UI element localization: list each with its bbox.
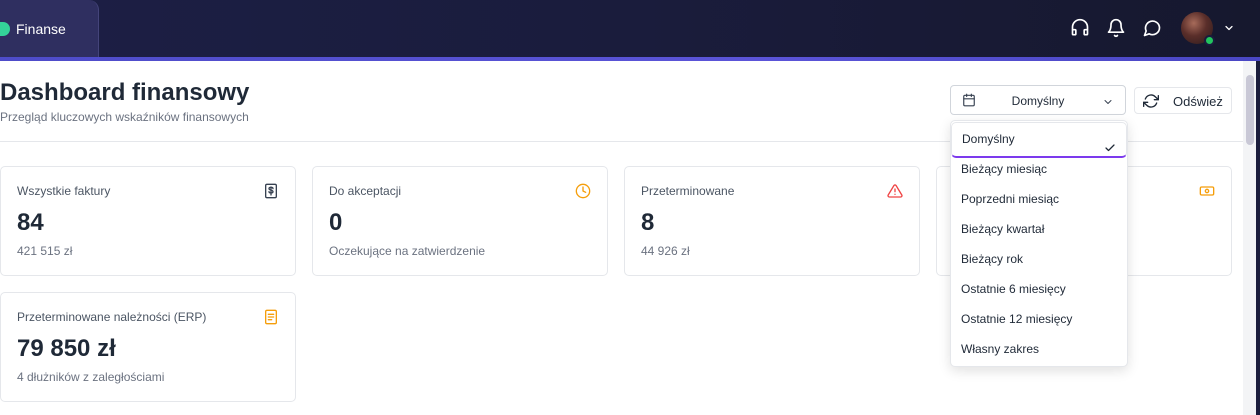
card-title: Wszystkie faktury (17, 184, 111, 198)
option-label: Bieżący miesiąc (961, 162, 1048, 176)
card-subtitle: 4 dłużników z zaległościami (17, 370, 165, 384)
period-dropdown-menu: Domyślny Bieżący miesiąc Poprzedni miesi… (950, 120, 1128, 367)
avatar[interactable] (1181, 12, 1215, 46)
app-tab-finanse[interactable]: Finanse (0, 0, 99, 57)
option-label: Domyślny (962, 132, 1015, 146)
card-value: 84 (17, 209, 44, 236)
page-title: Dashboard finansowy (0, 79, 250, 106)
page-subtitle: Przegląd kluczowych wskaźników finansowy… (0, 110, 249, 124)
headset-icon[interactable] (1069, 17, 1091, 39)
app-name: Finanse (16, 20, 66, 37)
period-option-current-quarter[interactable]: Bieżący kwartał (951, 214, 1127, 244)
period-option-last-6-months[interactable]: Ostatnie 6 miesięcy (951, 274, 1127, 304)
warning-icon (887, 183, 903, 199)
option-label: Bieżący kwartał (961, 222, 1045, 236)
chat-icon[interactable] (1141, 17, 1163, 39)
period-option-custom-range[interactable]: Własny zakres (951, 334, 1127, 364)
card-overdue[interactable]: Przeterminowane 8 44 926 zł (624, 166, 920, 276)
document-icon (263, 309, 279, 325)
top-bar: Finanse (0, 0, 1260, 57)
period-option-current-month[interactable]: Bieżący miesiąc (951, 154, 1127, 184)
period-option-default[interactable]: Domyślny (951, 122, 1127, 158)
option-label: Ostatnie 12 miesięcy (961, 312, 1073, 326)
card-subtitle: 421 515 zł (17, 244, 73, 258)
option-label: Ostatnie 6 miesięcy (961, 282, 1066, 296)
scrollbar-thumb[interactable] (1246, 75, 1254, 145)
dollar-document-icon (263, 183, 279, 199)
app-logo-icon (0, 21, 10, 36)
banknote-icon (1199, 183, 1215, 199)
card-value: 0 (329, 209, 343, 236)
card-title: Przeterminowane (641, 184, 735, 198)
period-select-value: Domyślny (1011, 94, 1065, 108)
card-overdue-receivables-erp[interactable]: Przeterminowane należności (ERP) 79 850 … (0, 292, 296, 402)
period-option-previous-month[interactable]: Poprzedni miesiąc (951, 184, 1127, 214)
option-label: Poprzedni miesiąc (961, 192, 1060, 206)
option-label: Własny zakres (961, 342, 1040, 356)
option-label: Bieżący rok (961, 252, 1024, 266)
scrollbar[interactable] (1243, 61, 1256, 415)
chevron-down-icon (1102, 95, 1114, 113)
refresh-icon (1143, 93, 1159, 114)
period-option-last-12-months[interactable]: Ostatnie 12 miesięcy (951, 304, 1127, 334)
card-subtitle: Oczekujące na zatwierdzenie (329, 244, 486, 258)
clock-icon (575, 183, 591, 199)
card-all-invoices[interactable]: Wszystkie faktury 84 421 515 zł (0, 166, 296, 276)
chevron-down-icon[interactable] (1218, 17, 1240, 39)
online-status-icon (1204, 35, 1215, 46)
card-title: Przeterminowane należności (ERP) (17, 310, 207, 324)
card-title: Do akceptacji (329, 184, 402, 198)
card-subtitle: 44 926 zł (641, 244, 690, 258)
card-pending-approval[interactable]: Do akceptacji 0 Oczekujące na zatwierdze… (312, 166, 608, 276)
refresh-button[interactable]: Odśwież (1134, 87, 1232, 114)
bell-icon[interactable] (1105, 17, 1127, 39)
card-value: 8 (641, 209, 655, 236)
period-select[interactable]: Domyślny (950, 85, 1126, 115)
refresh-label: Odśwież (1173, 94, 1223, 109)
card-value: 79 850 zł (17, 335, 116, 362)
period-option-current-year[interactable]: Bieżący rok (951, 244, 1127, 274)
